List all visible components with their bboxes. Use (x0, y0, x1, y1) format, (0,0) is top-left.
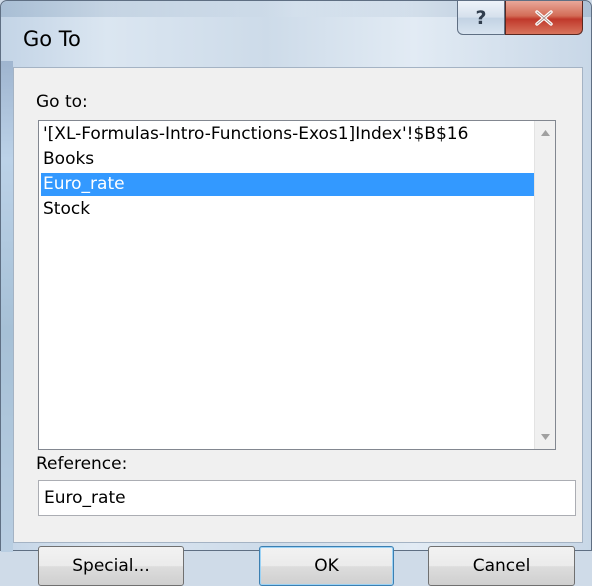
chevron-up-icon (540, 130, 550, 136)
listbox-scrollbar[interactable] (534, 121, 555, 449)
dialog-title: Go To (23, 27, 81, 51)
list-item[interactable]: Euro_rate (41, 173, 534, 196)
reference-label: Reference: (36, 454, 128, 474)
ok-button[interactable]: OK (259, 546, 394, 586)
help-button[interactable]: ? (457, 1, 505, 35)
goto-listbox[interactable]: '[XL-Formulas-Intro-Functions-Exos1]Inde… (38, 120, 556, 450)
chevron-down-icon (540, 434, 550, 440)
background-spreadsheet-strip (1, 61, 13, 552)
help-icon: ? (475, 6, 487, 29)
dialog-client-area: Go to: '[XL-Formulas-Intro-Functions-Exo… (13, 67, 583, 586)
go-to-dialog-window: Go To ? Go to: '[XL-Formulas-Intro-Funct… (0, 0, 592, 586)
special-button[interactable]: Special... (38, 546, 184, 586)
goto-label: Go to: (36, 92, 88, 112)
list-item[interactable]: '[XL-Formulas-Intro-Functions-Exos1]Inde… (41, 123, 534, 146)
scroll-up-arrow[interactable] (535, 123, 555, 143)
scroll-down-arrow[interactable] (535, 427, 555, 447)
close-icon (535, 9, 553, 26)
close-button[interactable] (505, 1, 583, 35)
list-item[interactable]: Books (41, 148, 534, 171)
cancel-button[interactable]: Cancel (428, 546, 575, 586)
reference-input[interactable]: Euro_rate (38, 480, 576, 516)
list-item[interactable]: Stock (41, 198, 534, 221)
